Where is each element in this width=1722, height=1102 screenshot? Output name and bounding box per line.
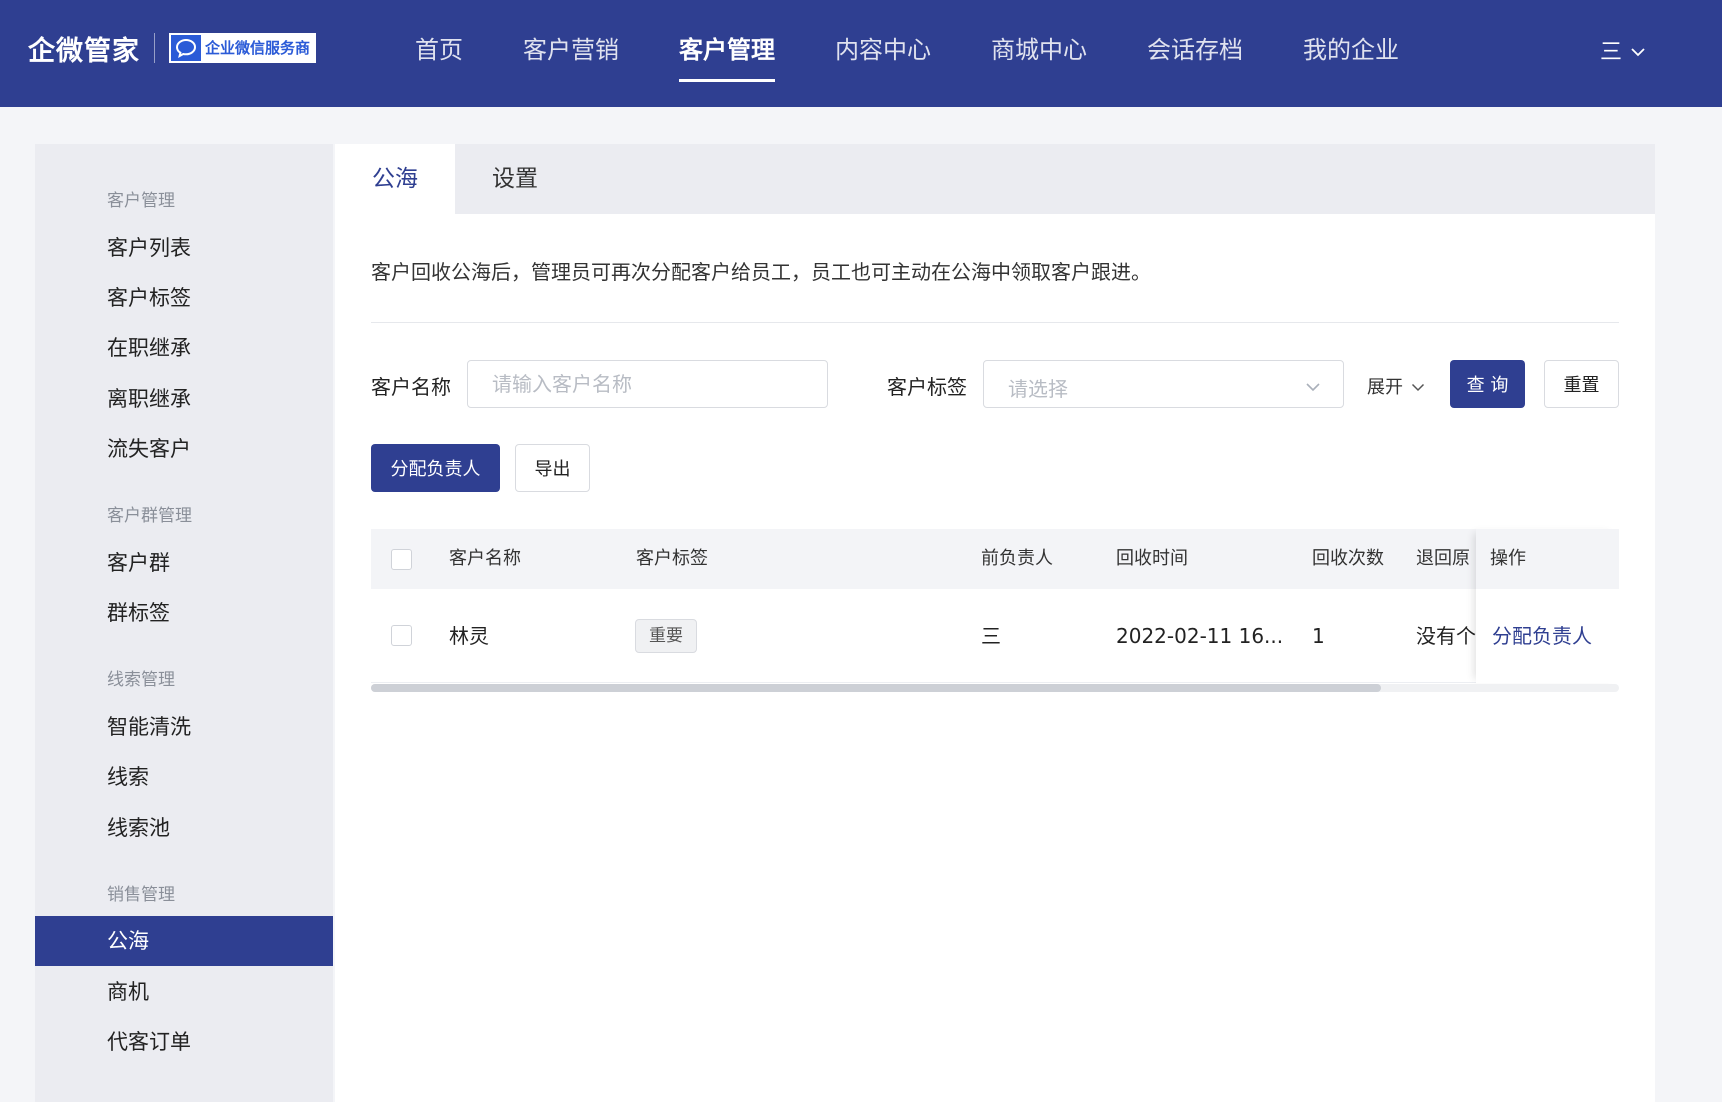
expand-label: 展开 <box>1367 377 1403 398</box>
sidebar: 客户管理 客户列表 客户标签 在职继承 离职继承 流失客户 客户群管理 客户群 … <box>35 144 333 1102</box>
badge-text: 企业微信服务商 <box>201 35 315 61</box>
reset-button[interactable]: 重置 <box>1544 360 1619 408</box>
th-return-reason: 退回原 <box>1416 548 1470 569</box>
sidebar-group-sales-management: 销售管理 <box>107 885 175 905</box>
customer-tag-badge: 重要 <box>635 619 697 653</box>
sidebar-item-customer-tags[interactable]: 客户标签 <box>35 273 333 323</box>
cell-customer-name: 林灵 <box>449 624 489 648</box>
more-menu-toggle[interactable]: 三 <box>1600 34 1646 66</box>
notice-text: 客户回收公海后，管理员可再次分配客户给员工，员工也可主动在公海中领取客户跟进。 <box>371 260 1151 284</box>
assign-owner-link[interactable]: 分配负责人 <box>1492 589 1592 683</box>
public-pool-table: 客户名称 客户标签 前负责人 回收时间 回收次数 退回原 林灵 重要 三 202… <box>371 529 1619 699</box>
customer-name-label: 客户名称 <box>371 375 451 399</box>
nav-item-marketing[interactable]: 客户营销 <box>523 0 619 100</box>
expand-filters-toggle[interactable]: 展开 <box>1367 373 1425 399</box>
tab-bar: 公海 设置 <box>335 144 1655 214</box>
nav-item-content-center[interactable]: 内容中心 <box>835 0 931 100</box>
nav-item-chat-archive[interactable]: 会话存档 <box>1147 0 1243 100</box>
sidebar-item-lost-customers[interactable]: 流失客户 <box>35 424 333 474</box>
th-action: 操作 <box>1476 529 1619 589</box>
sidebar-item-opportunities[interactable]: 商机 <box>35 967 333 1017</box>
th-previous-owner: 前负责人 <box>981 548 1053 569</box>
customer-name-input[interactable] <box>467 360 828 408</box>
sidebar-group-customer-groups: 客户群管理 <box>107 506 192 526</box>
divider <box>371 322 1619 323</box>
chevron-down-icon <box>1411 376 1425 397</box>
chat-bubble-icon <box>171 35 201 61</box>
tab-public-pool[interactable]: 公海 <box>335 144 455 214</box>
customer-tag-select[interactable]: 请选择 <box>983 360 1344 408</box>
nav-item-mall-center[interactable]: 商城中心 <box>991 0 1087 100</box>
th-customer-tag: 客户标签 <box>636 548 708 569</box>
sidebar-group-customer-management: 客户管理 <box>107 191 175 211</box>
tab-settings[interactable]: 设置 <box>455 144 575 214</box>
sidebar-item-leads[interactable]: 线索 <box>35 752 333 802</box>
select-all-checkbox[interactable] <box>391 549 412 570</box>
sidebar-item-public-pool[interactable]: 公海 <box>35 916 333 966</box>
th-recycle-time: 回收时间 <box>1116 548 1188 569</box>
table-row: 林灵 重要 三 2022-02-11 16... 1 没有个 <box>371 589 1619 683</box>
sidebar-item-customer-group[interactable]: 客户群 <box>35 538 333 588</box>
sidebar-item-resigned-inherit[interactable]: 离职继承 <box>35 374 333 424</box>
sidebar-item-proxy-orders[interactable]: 代客订单 <box>35 1017 333 1067</box>
chevron-down-icon <box>1305 377 1321 396</box>
table-header: 客户名称 客户标签 前负责人 回收时间 回收次数 退回原 <box>371 529 1619 589</box>
export-button[interactable]: 导出 <box>515 444 590 492</box>
cell-previous-owner: 三 <box>981 624 1001 648</box>
query-button[interactable]: 查 询 <box>1450 360 1525 408</box>
menu-glyph: 三 <box>1600 40 1623 65</box>
cell-recycle-time: 2022-02-11 16... <box>1116 624 1284 648</box>
th-recycle-count: 回收次数 <box>1312 548 1384 569</box>
customer-tag-placeholder: 请选择 <box>1008 377 1068 401</box>
sidebar-item-smart-cleaning[interactable]: 智能清洗 <box>35 702 333 752</box>
main-nav: 首页 客户营销 客户管理 内容中心 商城中心 会话存档 我的企业 <box>415 0 1459 107</box>
sidebar-group-lead-management: 线索管理 <box>107 670 175 690</box>
nav-item-customer-management[interactable]: 客户管理 <box>679 0 775 100</box>
th-customer-name: 客户名称 <box>449 548 521 569</box>
main-panel: 公海 设置 客户回收公海后，管理员可再次分配客户给员工，员工也可主动在公海中领取… <box>335 144 1655 1102</box>
brand-name: 企微管家 <box>28 35 140 67</box>
service-provider-badge: 企业微信服务商 <box>169 33 317 63</box>
nav-item-my-enterprise[interactable]: 我的企业 <box>1303 0 1399 100</box>
nav-item-home[interactable]: 首页 <box>415 0 463 100</box>
top-navigation-bar: 企微管家 企业微信服务商 首页 客户营销 客户管理 内容中心 商城中心 会话存档… <box>0 0 1722 107</box>
customer-tag-label: 客户标签 <box>887 375 967 399</box>
cell-return-reason: 没有个 <box>1416 624 1476 648</box>
chevron-down-icon <box>1630 38 1646 63</box>
row-checkbox[interactable] <box>391 625 412 646</box>
fixed-action-column: 操作 分配负责人 <box>1476 529 1619 683</box>
sidebar-item-customer-list[interactable]: 客户列表 <box>35 223 333 273</box>
brand[interactable]: 企微管家 企业微信服务商 <box>28 30 317 67</box>
sidebar-item-lead-pool[interactable]: 线索池 <box>35 803 333 853</box>
brand-divider <box>154 33 155 63</box>
horizontal-scrollbar[interactable] <box>371 684 1619 692</box>
sidebar-item-onjob-inherit[interactable]: 在职继承 <box>35 323 333 373</box>
assign-owner-button[interactable]: 分配负责人 <box>371 444 500 492</box>
sidebar-item-group-tags[interactable]: 群标签 <box>35 588 333 638</box>
cell-recycle-count: 1 <box>1312 624 1325 648</box>
scrollbar-thumb[interactable] <box>371 684 1381 692</box>
